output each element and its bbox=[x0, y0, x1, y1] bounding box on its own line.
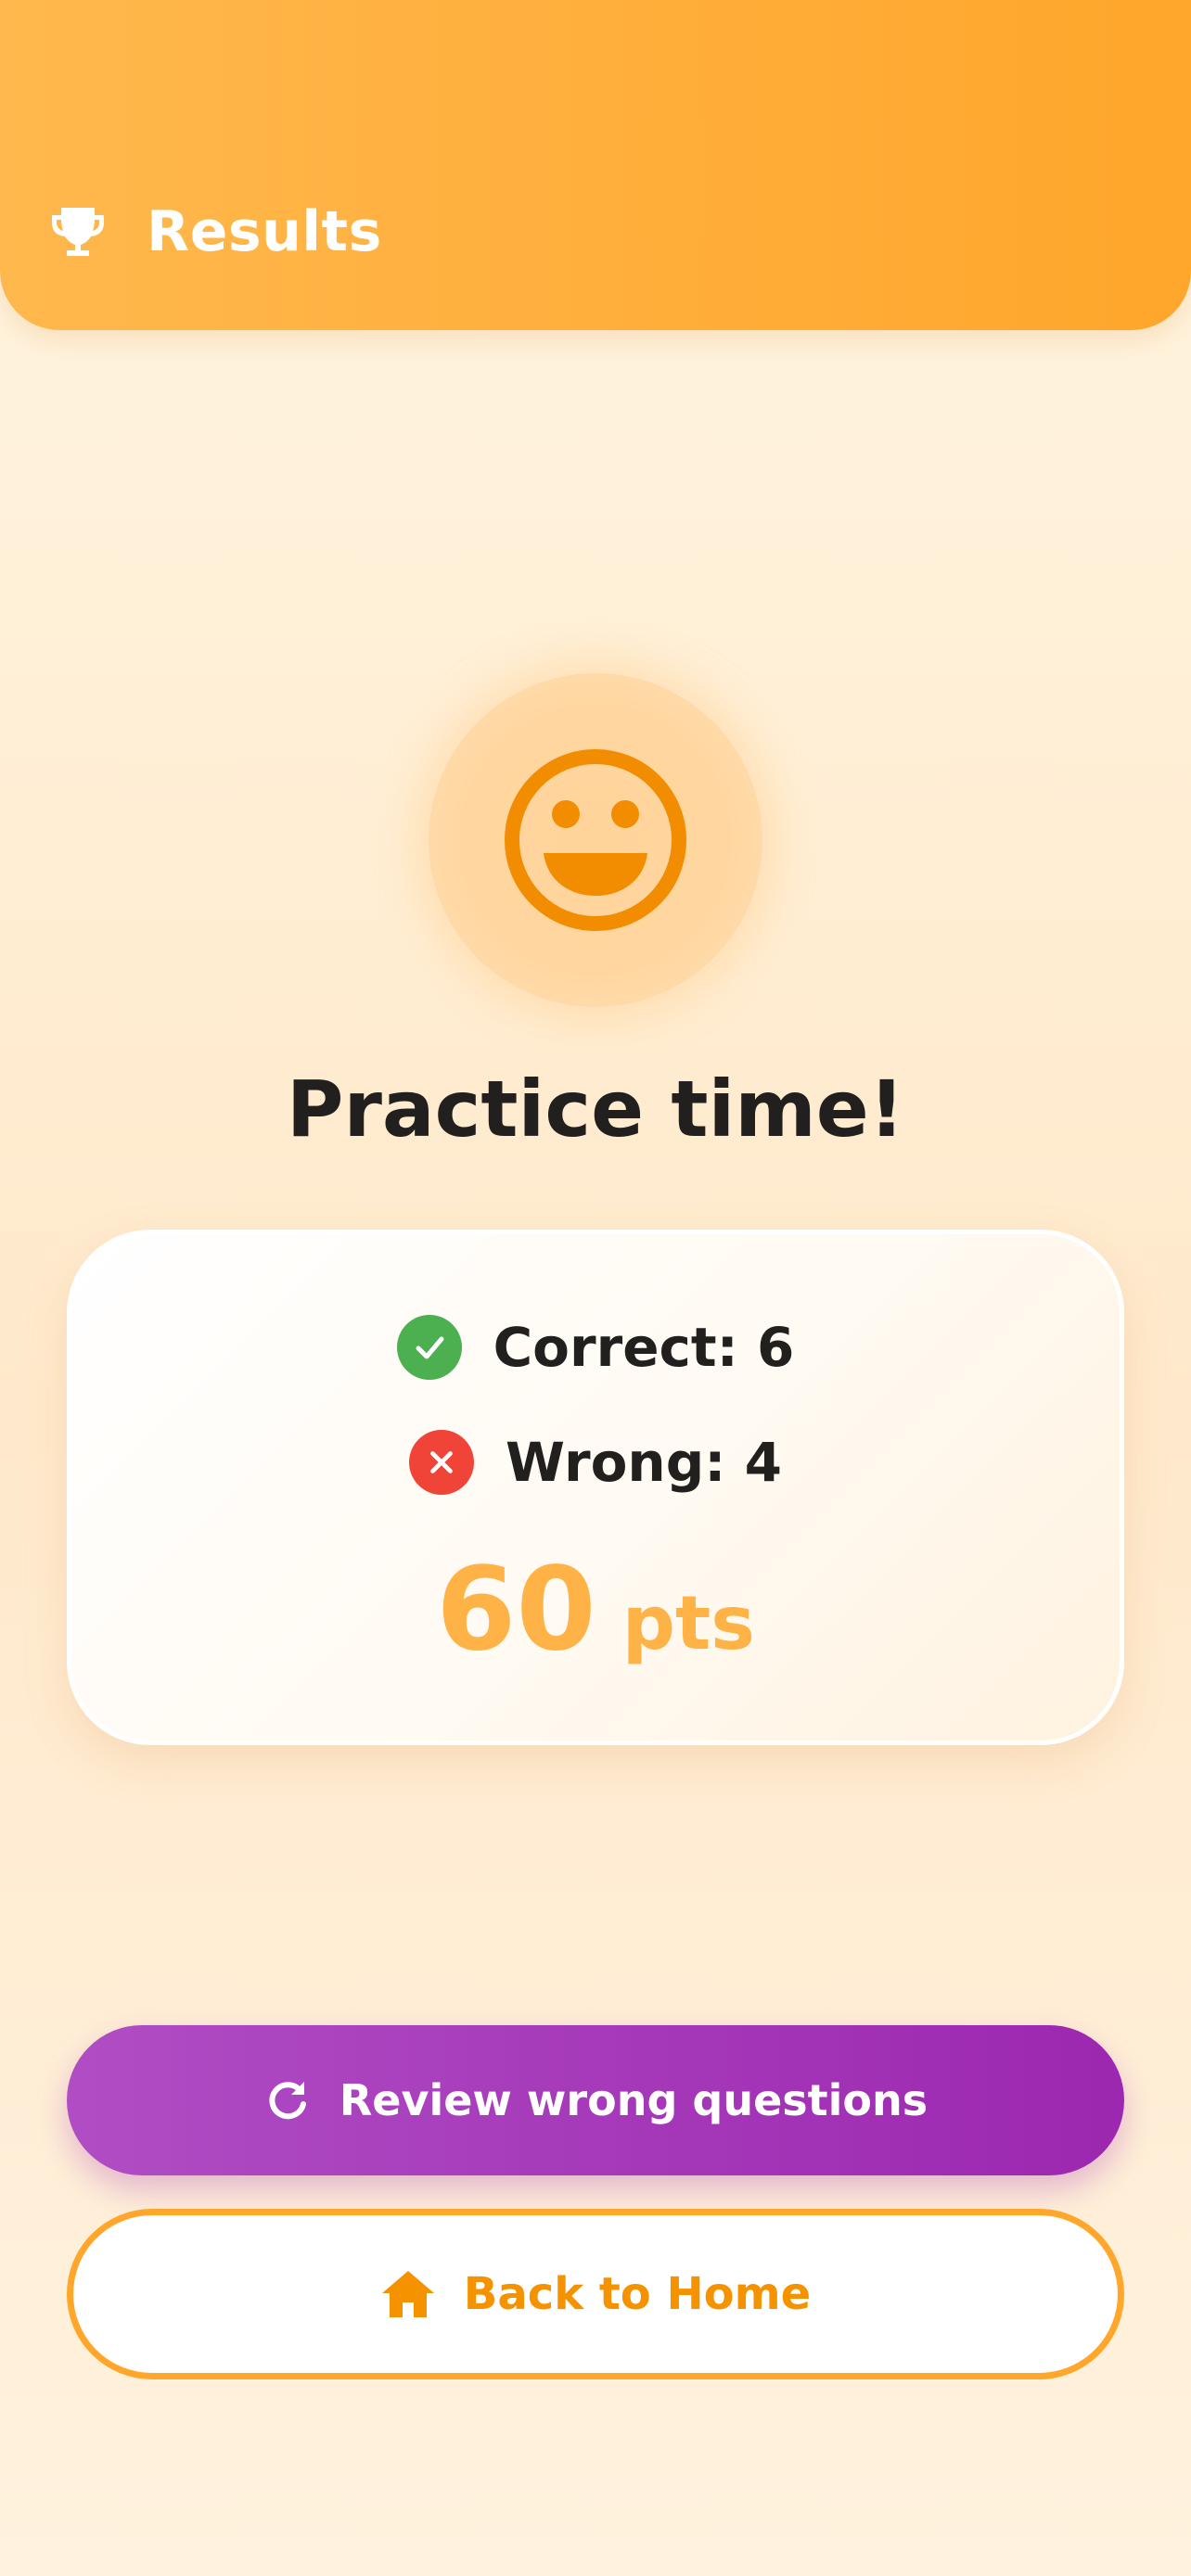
correct-stat: Correct: 6 bbox=[71, 1308, 1120, 1386]
review-wrong-label: Review wrong questions bbox=[339, 2075, 928, 2125]
refresh-icon bbox=[269, 2082, 306, 2120]
result-emoji bbox=[429, 673, 762, 1007]
x-circle-icon bbox=[409, 1430, 475, 1495]
score-card: Correct: 6 Wrong: 4 60 pts bbox=[67, 1230, 1124, 1745]
happy-face-icon bbox=[505, 749, 686, 931]
trophy-icon bbox=[52, 208, 104, 256]
wrong-count: Wrong: 4 bbox=[506, 1431, 782, 1494]
page-title: Results bbox=[147, 199, 382, 264]
results-header: Results bbox=[0, 0, 1191, 330]
score-value: 60 bbox=[436, 1543, 596, 1677]
score-display: 60 pts bbox=[71, 1540, 1120, 1693]
check-circle-icon bbox=[396, 1315, 462, 1380]
result-headline: Practice time! bbox=[286, 1064, 905, 1154]
back-home-button[interactable]: Back to Home bbox=[67, 2209, 1124, 2379]
review-wrong-button[interactable]: Review wrong questions bbox=[67, 2025, 1124, 2175]
back-home-label: Back to Home bbox=[463, 2268, 812, 2320]
wrong-stat: Wrong: 4 bbox=[71, 1423, 1120, 1501]
home-icon bbox=[381, 2271, 434, 2317]
score-unit: pts bbox=[621, 1580, 755, 1666]
correct-count: Correct: 6 bbox=[493, 1316, 795, 1379]
